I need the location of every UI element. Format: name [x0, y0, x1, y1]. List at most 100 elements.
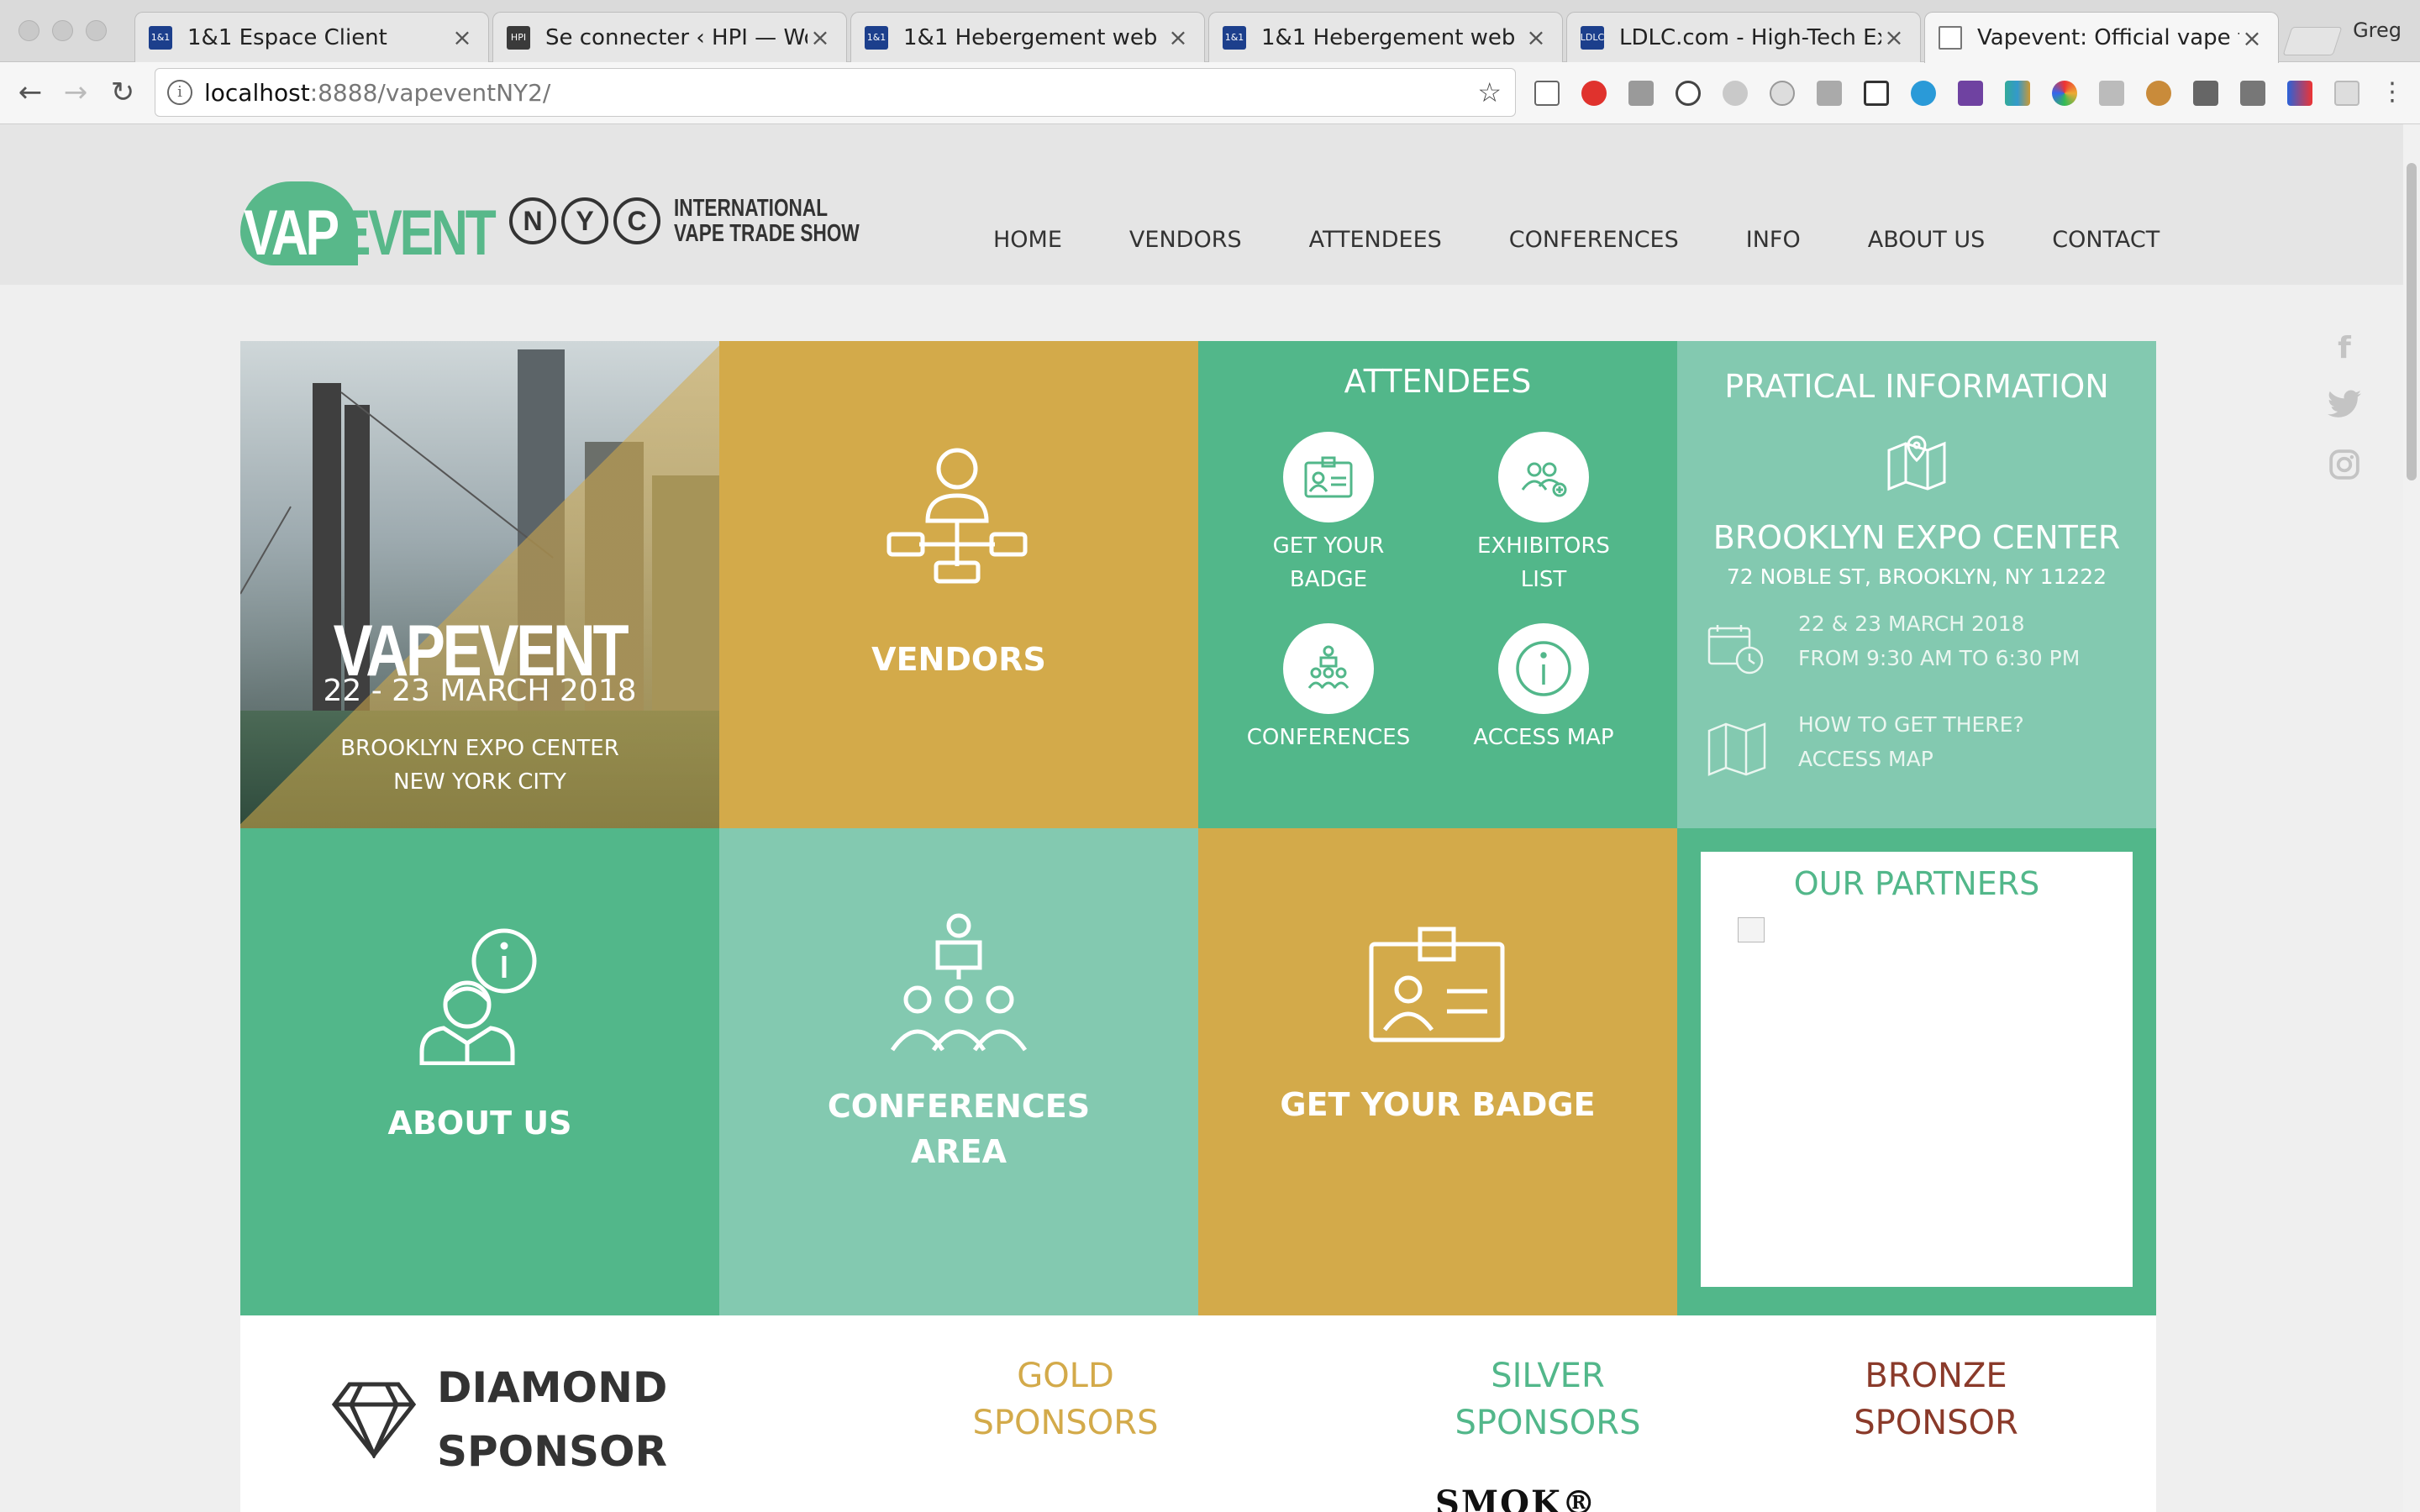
practical-info-tile: PRATICAL INFORMATION BROOKLYN EXPO CENTE… — [1677, 341, 2156, 828]
conferences-area-label-line2: AREA — [910, 1133, 1007, 1170]
tab-favicon-icon: 1&1 — [1223, 25, 1246, 50]
webpage: VAPEVENT N Y C INTERNATIONAL VAPE TRADE … — [0, 124, 2420, 1512]
tab-favicon-icon: 1&1 — [149, 25, 172, 50]
browser-tab[interactable]: 1&1 1&1 Hebergement web × — [850, 12, 1205, 62]
gold-sponsors-heading: GOLD SPONSORS — [972, 1357, 1159, 1442]
partners-box: OUR PARTNERS — [1701, 852, 2133, 1287]
address-bar[interactable]: i localhost:8888/vapeventNY2/ ☆ — [155, 68, 1516, 117]
tab-close-icon[interactable]: × — [2239, 24, 2265, 52]
site-info-icon[interactable]: i — [167, 80, 192, 105]
nav-home[interactable]: HOME — [993, 227, 1062, 253]
person-info-icon — [419, 928, 537, 1065]
tab-title: Vapevent: Official vape trad — [1977, 25, 2239, 50]
instagram-icon[interactable] — [2328, 449, 2361, 482]
get-badge-label: GET YOUR BADGE — [1272, 533, 1385, 592]
extension-icon[interactable] — [1628, 81, 1654, 106]
exhibitors-list-link[interactable]: EXHIBITORS LIST — [1439, 432, 1649, 596]
browser-tab[interactable]: LDLC LDLC.com - High-Tech Expe × — [1566, 12, 1921, 62]
silver-sponsors-heading: SILVER SPONSORS — [1455, 1357, 1641, 1442]
browser-tab[interactable]: 1&1 1&1 Espace Client × — [134, 12, 489, 62]
tab-favicon-icon: LDLC — [1581, 25, 1604, 50]
about-us-tile[interactable]: ABOUT US — [240, 828, 719, 1315]
extension-icon[interactable] — [1676, 81, 1701, 106]
cookie-icon[interactable] — [2146, 81, 2171, 106]
cloud-icon[interactable] — [1723, 81, 1748, 106]
hero-tile[interactable]: VAPEVENT 22 - 23 MARCH 2018 BROOKLYN EXP… — [240, 341, 719, 828]
venue-address: 72 NOBLE ST, BROOKLYN, NY 11222 — [1726, 564, 2107, 589]
browser-toolbar: ← → ↻ i localhost:8888/vapeventNY2/ ☆ ⋮ — [0, 62, 2420, 124]
url-text[interactable]: localhost:8888/vapeventNY2/ — [204, 79, 550, 107]
tools-icon[interactable] — [2193, 81, 2218, 106]
attendees-tile: ATTENDEES GET YOUR BADGE EXHIBITORS LIST… — [1198, 341, 1677, 828]
tab-close-icon[interactable]: × — [1165, 24, 1191, 51]
nav-vendors[interactable]: VENDORS — [1129, 227, 1242, 253]
tab-close-icon[interactable]: × — [450, 24, 475, 51]
tab-close-icon[interactable]: × — [808, 24, 833, 51]
window-zoom-button[interactable] — [86, 20, 107, 41]
logo-vap: VAP — [244, 197, 339, 269]
access-map-link[interactable]: ACCESS MAP — [1439, 623, 1649, 754]
tab-close-icon[interactable]: × — [1881, 24, 1907, 51]
id-badge-icon — [1369, 927, 1505, 1042]
conferences-link[interactable]: CONFERENCES — [1223, 623, 1434, 754]
scrollbar-thumb[interactable] — [2407, 163, 2417, 480]
code-icon[interactable] — [1817, 81, 1842, 106]
access-map-label: ACCESS MAP — [1473, 725, 1614, 750]
diamond-sponsor-heading: DIAMOND SPONSOR — [331, 1356, 667, 1483]
nav-info[interactable]: INFO — [1746, 227, 1801, 253]
site-logo[interactable]: VAPEVENT N Y C INTERNATIONAL VAPE TRADE … — [240, 175, 912, 269]
conferences-area-tile[interactable]: CONFERENCES AREA — [719, 828, 1198, 1315]
diamond-label-1: DIAMOND — [437, 1363, 668, 1412]
browser-tab-active[interactable]: Vapevent: Official vape trad × — [1924, 12, 2279, 63]
badge-icon — [1304, 456, 1353, 498]
tab-close-icon[interactable]: × — [1523, 24, 1549, 51]
profile-name[interactable]: Greg — [2353, 18, 2402, 42]
vendors-tile[interactable]: VENDORS — [719, 341, 1198, 828]
directions-link[interactable]: HOW TO GET THERE? — [1798, 707, 2024, 742]
browser-menu-icon[interactable]: ⋮ — [2380, 77, 2405, 107]
get-badge-tile[interactable]: GET YOUR BADGE — [1198, 828, 1677, 1315]
hammer-icon[interactable] — [2099, 81, 2124, 106]
bronze-sponsor-heading: BRONZE SPONSOR — [1854, 1357, 2018, 1442]
opera-icon[interactable] — [1581, 81, 1607, 106]
diamond-label-2: SPONSOR — [437, 1427, 668, 1476]
extension-icon[interactable] — [1864, 81, 1889, 106]
facebook-icon[interactable]: f — [2328, 331, 2361, 365]
extension-icon[interactable] — [2334, 81, 2360, 106]
cast-icon[interactable] — [1534, 81, 1560, 106]
window-minimize-button[interactable] — [52, 20, 73, 41]
extension-icon[interactable] — [1911, 81, 1936, 106]
nav-contact[interactable]: CONTACT — [2052, 227, 2160, 253]
vendors-label: VENDORS — [871, 641, 1046, 678]
forward-arrow-icon[interactable]: → — [57, 74, 94, 111]
twitter-icon[interactable] — [2328, 390, 2361, 423]
extension-icon[interactable] — [2287, 81, 2312, 106]
tab-title: 1&1 Hebergement web — [1261, 24, 1516, 50]
nav-conferences[interactable]: CONFERENCES — [1509, 227, 1679, 253]
back-arrow-icon[interactable]: ← — [12, 74, 49, 111]
conference-icon — [1307, 645, 1349, 689]
chart-icon[interactable] — [2005, 81, 2030, 106]
nav-attendees[interactable]: ATTENDEES — [1309, 227, 1442, 253]
extension-icon[interactable] — [1770, 81, 1795, 106]
smok-sponsor-logo[interactable]: SMOK® — [1435, 1483, 1597, 1512]
bookmark-star-icon[interactable]: ☆ — [1477, 76, 1502, 108]
venue-name: BROOKLYN EXPO CENTER — [1712, 519, 2121, 556]
diamond-icon — [331, 1382, 417, 1458]
access-map-text-link[interactable]: ACCESS MAP — [1798, 742, 1933, 776]
get-badge-link[interactable]: GET YOUR BADGE — [1223, 432, 1434, 596]
extension-icon[interactable] — [2240, 81, 2265, 106]
broken-image-icon — [1738, 917, 1765, 942]
bootstrap-icon[interactable] — [1958, 81, 1983, 106]
hero-venue: BROOKLYN EXPO CENTER — [340, 736, 619, 761]
page-scrollbar[interactable] — [2403, 124, 2420, 1512]
browser-tab[interactable]: HPI Se connecter ‹ HPI — Word × — [492, 12, 847, 62]
window-close-button[interactable] — [18, 20, 39, 41]
sponsors-section: DIAMOND SPONSOR GOLD SPONSORS SILVER SPO… — [240, 1315, 2156, 1512]
map-icon — [1707, 722, 1766, 776]
nav-about-us[interactable]: ABOUT US — [1868, 227, 1986, 253]
new-tab-button[interactable] — [2282, 27, 2343, 55]
color-picker-icon[interactable] — [2052, 81, 2077, 106]
browser-tab[interactable]: 1&1 1&1 Hebergement web × — [1208, 12, 1563, 62]
reload-icon[interactable]: ↻ — [104, 74, 141, 111]
